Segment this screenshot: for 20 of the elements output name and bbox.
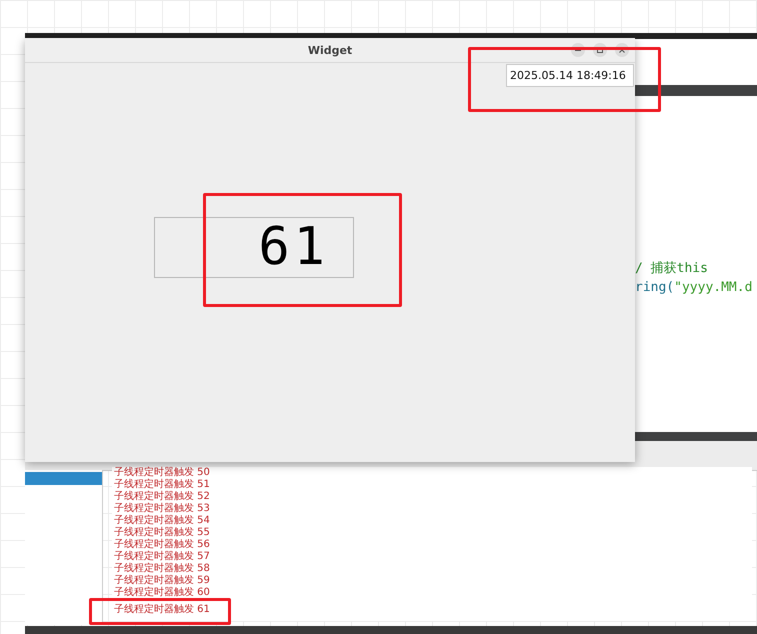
code-line: / 捕获this	[635, 260, 709, 278]
output-line: 子线程定时器触发 54	[113, 515, 211, 526]
output-line: 子线程定时器触发 59	[113, 575, 211, 586]
window-title: Widget	[308, 44, 352, 56]
maximize-icon[interactable]	[593, 43, 607, 57]
output-line: 子线程定时器触发 51	[113, 479, 211, 490]
datetime-field[interactable]: 2025.05.14 18:49:16	[506, 64, 634, 87]
output-line: 子线程定时器触发 56	[113, 539, 211, 550]
output-line: 子线程定时器触发 57	[113, 551, 211, 562]
output-line: 子线程定时器触发 60	[113, 587, 211, 599]
close-icon[interactable]	[615, 43, 629, 57]
output-line: 子线程定时器触发 58	[113, 563, 211, 574]
minimize-icon[interactable]	[571, 43, 585, 57]
output-line: 子线程定时器触发 55	[113, 527, 211, 538]
output-line: 子线程定时器触发 52	[113, 491, 211, 502]
output-line: 子线程定时器触发 53	[113, 503, 211, 514]
lcd-display: 61	[154, 217, 354, 278]
output-line: 子线程定时器触发 50	[113, 467, 211, 478]
output-line: 子线程定时器触发 61	[113, 604, 211, 616]
code-line: ring("yyyy.MM.d	[635, 279, 752, 297]
